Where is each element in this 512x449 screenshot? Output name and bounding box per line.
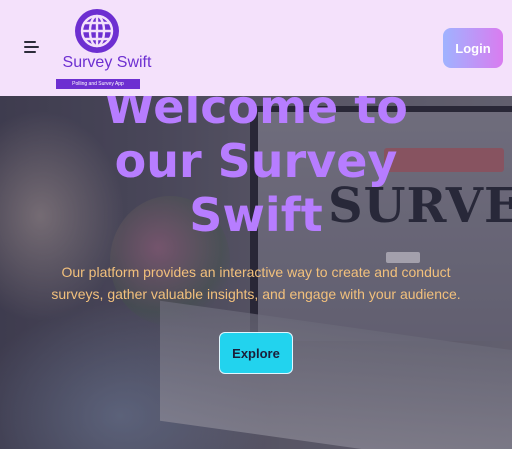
- hamburger-menu-icon[interactable]: [24, 41, 40, 55]
- site-header: Survey Swift Polling and Survey App Logi…: [0, 0, 512, 96]
- hero-description: Our platform provides an interactive way…: [51, 264, 461, 302]
- brand-logo[interactable]: Survey Swift Polling and Survey App: [52, 8, 156, 90]
- hero-title: Welcome to our Survey Swift: [104, 80, 408, 242]
- login-button[interactable]: Login: [443, 28, 503, 68]
- explore-button[interactable]: Explore: [219, 332, 293, 374]
- brand-tagline: Polling and Survey App: [56, 79, 140, 89]
- brand-name: Survey Swift: [62, 54, 152, 71]
- globe-icon: [75, 9, 119, 53]
- hero-content: Welcome to our Survey Swift Our platform…: [0, 80, 512, 374]
